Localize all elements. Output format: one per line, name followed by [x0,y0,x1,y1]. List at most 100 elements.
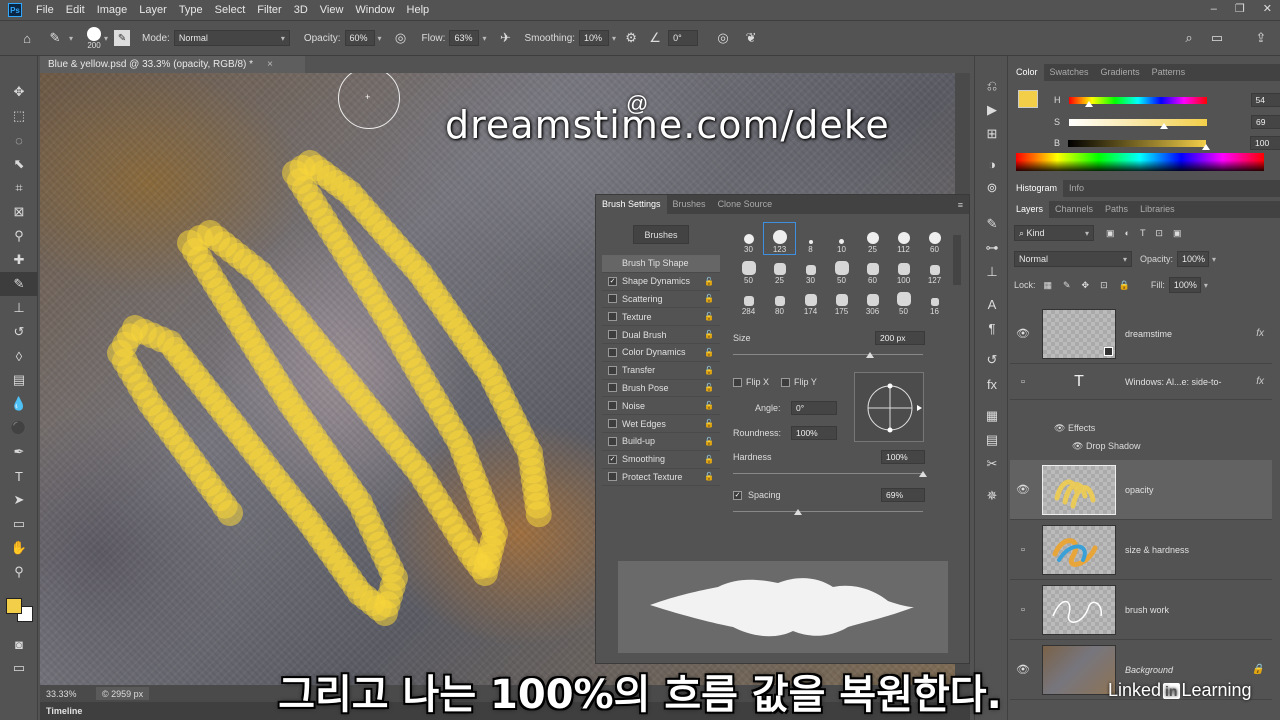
lock-icon[interactable]: 🔓 [704,312,714,321]
spacing-slider[interactable] [733,509,923,515]
brush-tool-icon[interactable]: ✎ [0,272,38,296]
brush-tool-icon[interactable]: ✎ [44,27,66,49]
brush-setting-checkbox[interactable]: ✓ [608,276,617,286]
tab-brush-settings[interactable]: Brush Settings [596,195,667,214]
layer-row[interactable]: 👁 opacity [1010,460,1272,520]
fill-field[interactable]: 100% [1168,277,1201,293]
lock-icon[interactable]: 🔓 [704,330,714,339]
lock-icon[interactable]: 🔓 [704,277,714,286]
blend-mode-select[interactable]: Normal ▾ [1014,251,1132,267]
lock-icons[interactable]: ▦✎✥⊡🔒 [1044,280,1141,291]
home-icon[interactable]: ⌂ [16,27,38,49]
angle-roundness-widget[interactable] [854,372,924,442]
brush-setting-build-up[interactable]: Build-up 🔓 [602,433,720,451]
color-swatches[interactable] [0,592,37,632]
search-icon[interactable]: ⌕ [1178,27,1200,49]
brush-setting-checkbox[interactable] [608,401,617,411]
airbrush-icon[interactable]: ✈ [494,27,516,49]
lock-icon[interactable]: 🔓 [704,455,714,464]
frame-tool-icon[interactable]: ⊠ [0,200,38,224]
lock-icon[interactable]: 🔓 [704,401,714,410]
layer-row[interactable]: 👁 dreamstime fx [1010,304,1272,364]
menu-edit[interactable]: Edit [60,0,91,20]
saturation-field[interactable]: 69 [1251,115,1280,129]
brushes-button[interactable]: Brushes [633,225,689,244]
preset-scrollbar[interactable] [953,235,961,285]
close-document-icon[interactable]: × [267,59,273,70]
brush-setting-smoothing[interactable]: ✓ Smoothing 🔓 [602,451,720,469]
history-icon[interactable]: ⎌ [975,74,1009,98]
brush-preset[interactable]: 284 [733,285,764,316]
brush-preset[interactable]: 60 [919,223,950,254]
visibility-eye-icon[interactable]: ▫ [1010,544,1036,556]
flip-x-checkbox[interactable] [733,377,742,387]
brush-preset[interactable]: 10 [826,223,857,254]
pen-tool-icon[interactable]: ✒ [0,440,38,464]
menu-file[interactable]: File [30,0,60,20]
brush-setting-checkbox[interactable] [608,436,617,446]
angle-field[interactable]: 0° [791,401,837,415]
brush-settings-icon[interactable]: ✎ [975,212,1009,236]
menu-3d[interactable]: 3D [288,0,314,20]
visibility-eye-icon[interactable]: 👁 [1010,483,1036,496]
menu-filter[interactable]: Filter [251,0,287,20]
layer-row[interactable]: ▫ brush work [1010,580,1272,640]
gear-icon[interactable]: ⚙ [620,27,642,49]
chevron-down-icon[interactable]: ▾ [612,34,616,43]
brush-setting-checkbox[interactable] [608,294,617,304]
brush-setting-checkbox[interactable] [608,312,617,322]
chevron-down-icon[interactable]: ▾ [104,34,108,43]
layer-effects-icon[interactable]: fx [1256,376,1264,387]
brush-setting-color-dynamics[interactable]: Color Dynamics 🔓 [602,344,720,362]
spacing-slider-knob[interactable] [793,509,802,515]
lock-icon[interactable]: 🔓 [704,437,714,446]
document-tab[interactable]: Blue & yellow.psd @ 33.3% (opacity, RGB/… [40,56,305,73]
layer-effects-row[interactable]: 👁 Effects [1054,423,1095,434]
brush-preset-picker[interactable]: 200 [87,26,102,50]
brush-preset[interactable]: 30 [733,223,764,254]
menu-select[interactable]: Select [209,0,252,20]
move-tool-icon[interactable]: ✥ [0,80,38,104]
effects-eye-icon[interactable]: 👁 [1054,423,1068,433]
saturation-slider[interactable] [1069,118,1208,129]
brush-setting-checkbox[interactable] [608,347,617,357]
panel-menu-icon[interactable]: ≡ [958,200,963,210]
brush-setting-checkbox[interactable] [608,419,617,429]
navigator-icon[interactable]: ✵ [975,484,1009,508]
tab-histogram[interactable]: Histogram [1010,180,1064,197]
foreground-color-swatch[interactable] [6,598,22,614]
lock-icon[interactable]: 🔓 [704,294,714,303]
layer-opacity-field[interactable]: 100% [1177,251,1210,267]
hardness-slider-knob[interactable] [919,471,927,477]
opacity-field[interactable]: 60% [344,30,375,46]
tab-channels[interactable]: Channels [1049,201,1099,218]
chevron-down-icon[interactable]: ▾ [1212,255,1216,264]
hue-slider-knob[interactable] [1085,100,1094,107]
chevron-down-icon[interactable]: ▾ [1204,281,1208,290]
flow-field[interactable]: 63% [449,30,480,46]
brush-preset[interactable]: 174 [795,285,826,316]
tab-patterns[interactable]: Patterns [1146,64,1192,81]
brush-preset[interactable]: 80 [764,285,795,316]
brightness-slider[interactable] [1068,139,1211,150]
hardness-slider[interactable] [733,471,927,477]
share-icon[interactable]: ⇪ [1250,27,1272,49]
dodge-tool-icon[interactable]: ⚫ [0,416,38,440]
brush-setting-brush-pose[interactable]: Brush Pose 🔓 [602,380,720,398]
brush-setting-checkbox[interactable] [608,330,617,340]
blur-tool-icon[interactable]: 💧 [0,392,38,416]
brushes-icon[interactable]: ⊶ [975,236,1009,260]
path-select-tool-icon[interactable]: ➤ [0,488,38,512]
tab-gradients[interactable]: Gradients [1095,64,1146,81]
smoothing-field[interactable]: 10% [579,30,610,46]
tab-swatches[interactable]: Swatches [1044,64,1095,81]
filter-icons[interactable]: ▣◐T⊡▣ [1106,228,1191,239]
minimize-button[interactable]: – [1211,0,1217,18]
menu-window[interactable]: Window [349,0,400,20]
hue-field[interactable]: 54 [1250,93,1280,107]
adjustments-icon[interactable]: ◑ [975,152,1009,176]
libraries-icon[interactable]: ▦ [975,404,1009,428]
menu-type[interactable]: Type [173,0,209,20]
brush-setting-checkbox[interactable] [608,383,617,393]
tab-brushes[interactable]: Brushes [667,195,712,214]
